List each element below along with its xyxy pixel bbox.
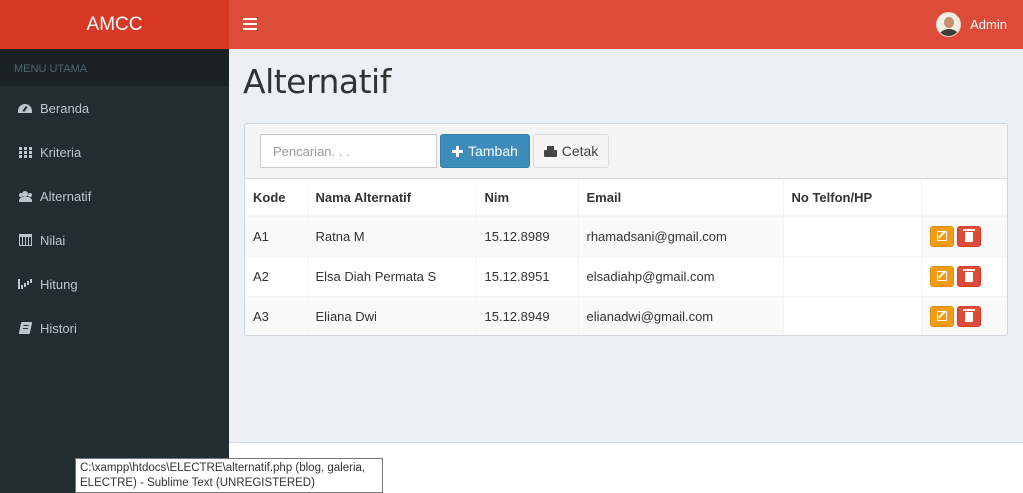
cell-telp: [782, 255, 921, 296]
table-row: A2 Elsa Diah Permata S 15.12.8951 elsadi…: [245, 255, 1007, 296]
edit-button[interactable]: [930, 305, 954, 327]
user-menu[interactable]: Admin: [936, 12, 1007, 37]
cell-telp: [782, 295, 921, 335]
edit-icon: [937, 271, 947, 281]
avatar: [936, 12, 962, 37]
sidebar-item-nilai[interactable]: Nilai: [0, 218, 229, 262]
sidebar-item-alternatif[interactable]: Alternatif: [0, 174, 229, 218]
bar-chart-icon: [17, 277, 33, 291]
cell-kode: A2: [245, 255, 307, 296]
brand-logo[interactable]: AMCC: [0, 0, 229, 49]
calendar-icon: [17, 233, 33, 247]
trash-icon: [963, 309, 975, 323]
edit-button[interactable]: [930, 265, 954, 287]
print-button[interactable]: Cetak: [533, 134, 609, 168]
sidebar-item-label: Kriteria: [40, 144, 82, 160]
trash-icon: [963, 229, 975, 243]
sidebar-item-label: Alternatif: [40, 188, 92, 204]
column-header[interactable]: Nama Alternatif: [306, 179, 476, 217]
delete-button[interactable]: [957, 225, 981, 247]
cell-actions: [920, 255, 1007, 296]
cell-actions: [920, 295, 1007, 335]
book-icon: [17, 321, 33, 335]
delete-button[interactable]: [957, 305, 981, 327]
sidebar-toggle-icon[interactable]: [243, 16, 257, 32]
cell-nama: Ratna M: [306, 215, 476, 256]
cell-email: elianadwi@gmail.com: [577, 295, 783, 335]
sidebar-item-hitung[interactable]: Hitung: [0, 262, 229, 306]
cell-actions: [920, 215, 1007, 256]
trash-icon: [963, 269, 975, 282]
user-name: Admin: [970, 17, 1007, 32]
sidebar-item-label: Histori: [40, 320, 77, 336]
cell-email: rhamadsani@gmail.com: [577, 215, 783, 256]
edit-button[interactable]: [930, 225, 954, 247]
sidebar-header: MENU UTAMA: [0, 49, 229, 86]
sidebar-item-kriteria[interactable]: Kriteria: [0, 130, 229, 174]
edit-icon: [937, 311, 947, 322]
cell-nim: 15.12.8951: [475, 255, 578, 296]
cell-nim: 15.12.8989: [475, 215, 578, 256]
printer-icon: [543, 145, 557, 157]
sidebar-item-beranda[interactable]: Beranda: [0, 86, 229, 130]
plus-icon: [452, 145, 464, 157]
users-icon: [17, 189, 33, 203]
column-header[interactable]: Kode: [245, 179, 307, 217]
cell-email: elsadiahp@gmail.com: [577, 255, 783, 296]
cell-kode: A1: [245, 215, 307, 256]
sidebar: MENU UTAMA Beranda Kriteria Alternatif N…: [0, 49, 229, 493]
add-button-label: Tambah: [468, 143, 518, 159]
table-row: A1 Ratna M 15.12.8989 rhamadsani@gmail.c…: [245, 215, 1007, 256]
cell-nama: Eliana Dwi: [306, 295, 476, 335]
tooltip-line: ELECTRE) - Sublime Text (UNREGISTERED): [80, 477, 315, 489]
table-row: A3 Eliana Dwi 15.12.8949 elianadwi@gmail…: [245, 295, 1007, 335]
grid-icon: [17, 145, 33, 159]
brand-name: AMCC: [86, 13, 143, 35]
delete-button[interactable]: [957, 265, 981, 287]
window-tooltip: C:\xampp\htdocs\ELECTRE\alternatif.php (…: [75, 458, 383, 493]
tooltip-line: C:\xampp\htdocs\ELECTRE\alternatif.php (…: [80, 462, 366, 474]
table-header-row: Kode Nama Alternatif Nim Email No Telfon…: [245, 179, 1007, 217]
top-navbar: Admin: [229, 0, 1023, 49]
sidebar-item-histori[interactable]: Histori: [0, 306, 229, 350]
column-header[interactable]: No Telfon/HP: [782, 179, 921, 217]
column-header[interactable]: Email: [577, 179, 783, 217]
cell-kode: A3: [245, 295, 307, 335]
content-box: Tambah Cetak Kode Nama Alternatif Nim Em…: [244, 123, 1008, 336]
sidebar-item-label: Nilai: [40, 232, 66, 248]
toolbar: Tambah Cetak: [245, 124, 1007, 179]
print-button-label: Cetak: [561, 143, 599, 159]
cell-nim: 15.12.8949: [475, 295, 578, 335]
dashboard-icon: [17, 101, 33, 115]
alternatives-table: Kode Nama Alternatif Nim Email No Telfon…: [245, 179, 1007, 335]
add-button[interactable]: Tambah: [440, 134, 530, 168]
column-header[interactable]: Nim: [475, 179, 578, 217]
column-header-actions: [920, 179, 1007, 217]
cell-nama: Elsa Diah Permata S: [306, 255, 476, 296]
sidebar-item-label: Hitung: [40, 276, 78, 292]
cell-telp: [782, 215, 921, 256]
page-title: Alternatif: [243, 62, 391, 101]
edit-icon: [937, 231, 947, 242]
sidebar-item-label: Beranda: [40, 100, 90, 116]
search-input[interactable]: [260, 134, 437, 168]
